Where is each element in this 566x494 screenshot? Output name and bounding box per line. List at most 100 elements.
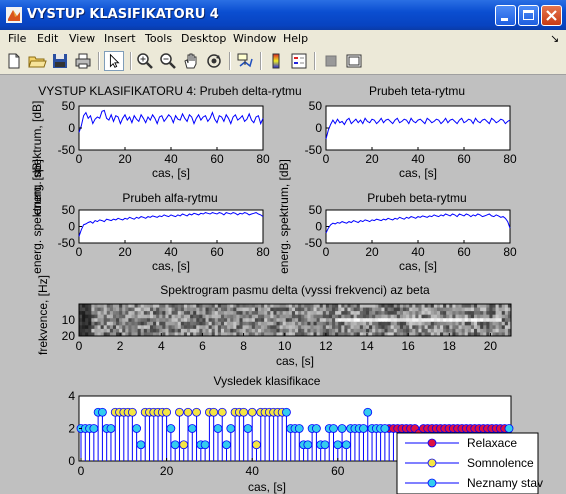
chart-title: Prubeh teta-rytmu	[369, 84, 465, 98]
title-bar[interactable]: VYSTUP KLASIFIKATORU 4	[0, 0, 566, 30]
spectrogram-cell	[301, 325, 305, 330]
dock-figure-icon[interactable]: ↘	[550, 32, 559, 45]
spectrogram-cell	[153, 311, 157, 316]
spectrogram-cell	[119, 321, 123, 326]
spectrogram-cell	[473, 321, 478, 326]
minimize-button[interactable]	[495, 5, 516, 26]
spectrogram-cell	[112, 314, 117, 319]
zoom-in-icon[interactable]	[135, 51, 155, 71]
spectrogram-cell	[270, 307, 274, 312]
data-cursor-icon[interactable]	[235, 51, 255, 71]
menu-view[interactable]: View	[69, 32, 95, 45]
spectrogram-cell	[316, 328, 321, 333]
spectrogram-cell	[325, 321, 330, 326]
menu-file[interactable]: File	[8, 32, 26, 45]
spectrogram-cell	[134, 318, 139, 323]
spectrogram-cell	[122, 318, 126, 323]
show-plot-tools-icon[interactable]	[344, 51, 364, 71]
stem-marker	[136, 440, 146, 450]
spectrogram-cell	[187, 321, 191, 326]
spectrogram-cell	[103, 307, 108, 312]
close-button[interactable]	[541, 5, 562, 26]
spectrogram-cell	[128, 325, 132, 330]
spectrogram-cell	[267, 318, 271, 323]
spectrogram-cell	[285, 304, 290, 308]
spectrogram-cell	[233, 318, 237, 323]
menu-insert[interactable]: Insert	[104, 32, 136, 45]
spectrogram-cell	[193, 314, 197, 319]
menu-edit[interactable]: Edit	[37, 32, 58, 45]
spectrogram-cell	[418, 307, 422, 312]
spectrogram-cell	[464, 325, 469, 330]
pan-hand-icon[interactable]	[181, 51, 201, 71]
spectrogram-cell	[82, 307, 86, 312]
spectrogram-cell	[467, 307, 472, 312]
spectrogram-cell	[310, 304, 314, 308]
spectrogram-cell	[335, 304, 339, 308]
y-axis-label: energ. spektrum, [dB]	[277, 159, 291, 274]
x-tick-label: 40	[164, 152, 178, 166]
x-tick-label: 20	[118, 152, 132, 166]
spectrogram-cell	[310, 311, 314, 316]
spectrogram-cell	[406, 314, 410, 319]
plot-area	[325, 105, 511, 151]
menu-help[interactable]: Help	[283, 32, 308, 45]
spectrogram-cell	[409, 314, 413, 319]
spectrogram-cell	[387, 325, 392, 330]
spectrogram-cell	[415, 328, 419, 333]
spectrogram-cell	[304, 314, 308, 319]
spectrogram-cell	[125, 325, 129, 330]
spectrogram-cell	[153, 307, 157, 312]
spectrogram-cell	[436, 314, 441, 319]
menu-tools[interactable]: Tools	[145, 32, 172, 45]
spectrogram-cell	[332, 318, 336, 323]
spectrogram-cell	[153, 321, 157, 326]
spectrogram-cell	[365, 328, 370, 333]
spectrogram-cell	[85, 321, 89, 326]
spectrogram-cell	[489, 328, 493, 333]
spectrogram-cell	[190, 304, 194, 308]
menu-window[interactable]: Window	[233, 32, 276, 45]
spectrogram-cell	[440, 314, 444, 319]
spectrogram-cell	[137, 307, 142, 312]
spectrogram-cell	[251, 307, 256, 312]
zoom-out-icon[interactable]	[158, 51, 178, 71]
spectrogram-cell	[362, 311, 367, 316]
x-tick-label: 4	[158, 339, 165, 353]
spectrogram-cell	[109, 311, 114, 316]
stem-marker	[239, 407, 249, 417]
legend-icon[interactable]	[289, 51, 309, 71]
new-file-icon[interactable]	[4, 51, 24, 71]
spectrogram-cell	[304, 325, 308, 330]
spectrogram-cell	[418, 304, 422, 308]
hide-plot-tools-icon[interactable]	[321, 51, 341, 71]
colorbar-icon[interactable]	[266, 51, 286, 71]
spectrogram-cell	[214, 321, 219, 326]
spectrogram-cell	[369, 328, 373, 333]
spectrogram-cell	[193, 318, 197, 323]
x-tick-label: 0	[76, 339, 83, 353]
print-icon[interactable]	[73, 51, 93, 71]
menu-desktop[interactable]: Desktop	[181, 32, 226, 45]
spectrogram-cell	[236, 314, 240, 319]
spectrogram-cell	[224, 325, 228, 330]
spectrogram-cell	[261, 311, 265, 316]
spectrogram-cell	[211, 318, 216, 323]
spectrogram-cell	[245, 304, 250, 308]
open-folder-icon[interactable]	[27, 51, 47, 71]
pointer-icon[interactable]	[104, 51, 124, 71]
save-icon[interactable]	[50, 51, 70, 71]
spectrogram-cell	[483, 307, 487, 312]
spectrogram-cell	[285, 321, 290, 326]
maximize-button[interactable]	[518, 5, 539, 26]
spectrogram-cell	[291, 307, 296, 312]
spectrogram-cell	[406, 307, 410, 312]
rotate-3d-icon[interactable]	[204, 51, 224, 71]
spectrogram-cell	[88, 325, 92, 330]
spectrogram-cell	[443, 311, 447, 316]
spectrogram-cell	[341, 311, 345, 316]
spectrogram-cell	[433, 304, 438, 308]
spectrogram-cell	[467, 314, 472, 319]
spectrogram-cell	[403, 314, 407, 319]
spectrogram-cell	[458, 318, 463, 323]
